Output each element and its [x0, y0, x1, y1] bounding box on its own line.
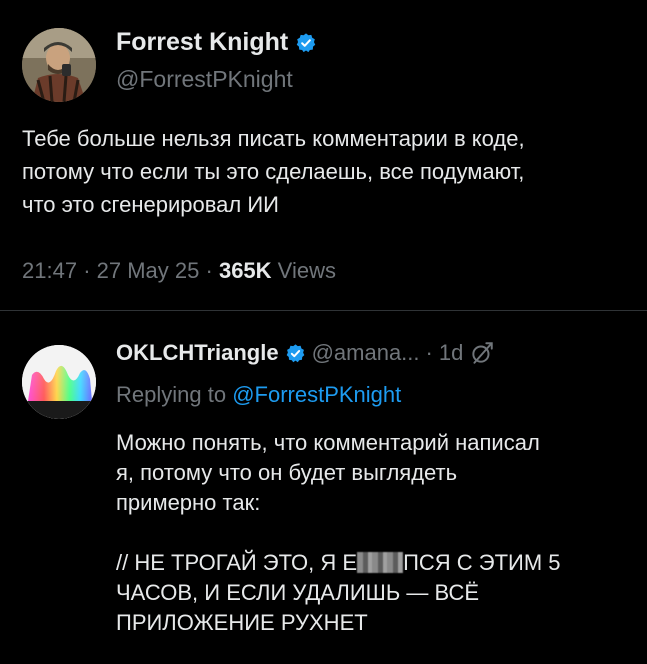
code-comment-end: ПСЯ С ЭТИМ 5: [403, 550, 561, 575]
reply-author-name[interactable]: OKLCHTriangle: [116, 340, 279, 366]
tweet-text-line: потому что если ты это сделаешь, все под…: [22, 159, 525, 184]
tweet-text: Тебе больше нельзя писать комментарии в …: [22, 122, 627, 221]
author-handle[interactable]: @ForrestPKnight: [116, 66, 293, 93]
code-comment-start: // НЕ ТРОГАЙ ЭТО, Я Е: [116, 550, 358, 575]
reply-author-handle[interactable]: @amana...: [312, 340, 420, 366]
meta-separator: ·: [83, 258, 91, 283]
code-comment-line: ПРИЛОЖЕНИЕ РУХНЕТ: [116, 610, 368, 635]
author-avatar[interactable]: [22, 28, 96, 102]
tweet-time[interactable]: 21:47: [22, 258, 77, 283]
reply-header: OKLCHTriangle @amana... · 1d: [116, 340, 495, 366]
code-comment-line: ЧАСОВ, И ЕСЛИ УДАЛИШЬ — ВСЁ: [116, 580, 480, 605]
censor-blur: [357, 552, 404, 573]
reply-avatar-image: [22, 345, 96, 419]
verified-badge-icon: [295, 32, 317, 54]
author-avatar-image: [22, 28, 96, 102]
code-comment-line: // НЕ ТРОГАЙ ЭТО, Я Е ПСЯ С ЭТИМ 5: [116, 548, 626, 578]
views-label: Views: [277, 258, 336, 283]
reply-text: Можно понять, что комментарий написал я,…: [116, 428, 626, 638]
reply-text-line: примерно так:: [116, 490, 261, 515]
meta-separator: ·: [205, 258, 213, 283]
replying-to: Replying to @ForrestPKnight: [116, 382, 401, 408]
replying-prefix: Replying to: [116, 382, 227, 407]
reply-text-line: я, потому что он будет выглядеть: [116, 460, 458, 485]
author-name[interactable]: Forrest Knight: [116, 28, 288, 57]
meta-separator: ·: [425, 340, 433, 365]
tweet-text-line: Тебе больше нельзя писать комментарии в …: [22, 126, 525, 151]
tweet-text-line: что это сгенерировал ИИ: [22, 192, 279, 217]
reply-time[interactable]: 1d: [439, 340, 463, 366]
tweet-date[interactable]: 27 May 25: [97, 258, 200, 283]
divider: [0, 310, 647, 311]
views-count[interactable]: 365K: [219, 258, 272, 283]
reply-text-line: Можно понять, что комментарий написал: [116, 430, 540, 455]
tweet-meta: 21:47 · 27 May 25 · 365K Views: [22, 258, 336, 284]
replying-mention-link[interactable]: @ForrestPKnight: [232, 382, 401, 407]
grok-icon[interactable]: [469, 340, 495, 366]
verified-badge-icon: [285, 343, 306, 364]
reply-avatar[interactable]: [22, 345, 96, 419]
author-name-row[interactable]: Forrest Knight: [116, 28, 317, 57]
